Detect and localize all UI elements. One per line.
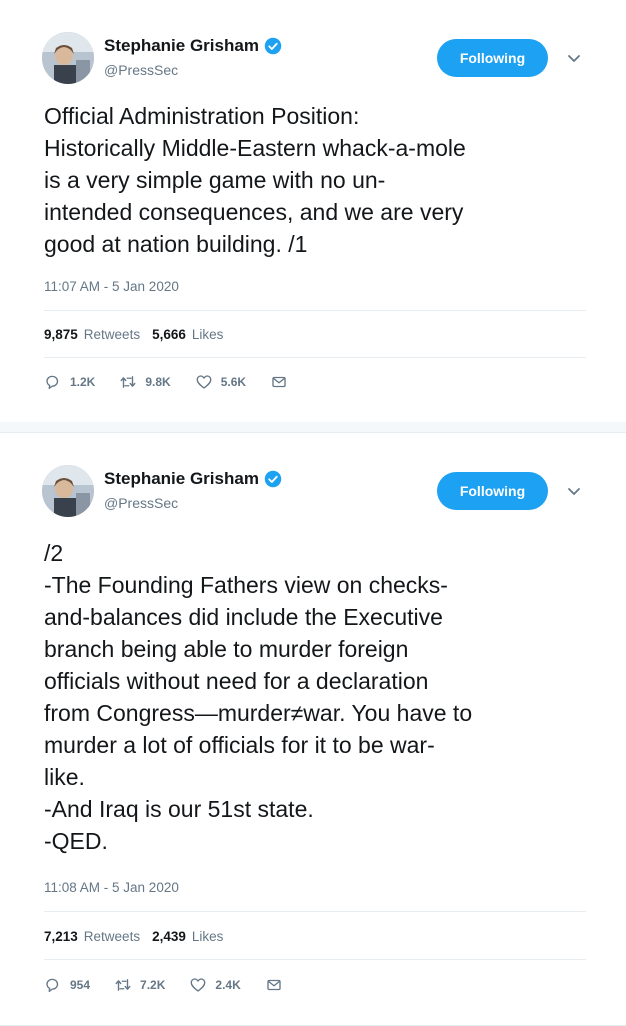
author-name[interactable]: Stephanie Grisham	[104, 469, 259, 489]
divider	[44, 310, 586, 311]
divider	[44, 357, 586, 358]
divider	[44, 911, 586, 912]
chevron-down-icon[interactable]	[566, 483, 582, 499]
tweet-timestamp[interactable]: 11:08 AM - 5 Jan 2020	[44, 880, 179, 895]
reply-count: 1.2K	[70, 375, 96, 389]
author-handle[interactable]: @PressSec	[104, 495, 178, 511]
retweets-label[interactable]: Retweets	[84, 327, 140, 342]
following-button[interactable]: Following	[437, 39, 548, 77]
likes-label[interactable]: Likes	[192, 327, 224, 342]
likes-label[interactable]: Likes	[192, 929, 224, 944]
likes-count[interactable]: 2,439	[152, 929, 186, 944]
retweets-count[interactable]: 7,213	[44, 929, 78, 944]
retweet-button[interactable]: 7.2K	[114, 976, 165, 994]
retweet-button[interactable]: 9.8K	[119, 373, 171, 391]
like-icon	[196, 375, 212, 389]
author-name-row: Stephanie Grisham	[104, 36, 282, 56]
retweet-icon	[120, 376, 136, 388]
tweet-text: Official Administration Position: Histor…	[44, 103, 466, 257]
tweet-text: /2 -The Founding Fathers view on checks-…	[44, 540, 473, 854]
action-bar: 1.2K 9.8K 5.6K	[44, 373, 320, 391]
like-button[interactable]: 2.4K	[189, 976, 241, 994]
reply-icon	[46, 978, 59, 993]
engagement-stats: 7,213 Retweets 2,439 Likes	[44, 929, 229, 944]
retweet-action-count: 7.2K	[140, 978, 166, 992]
retweet-icon	[115, 979, 131, 991]
author-name[interactable]: Stephanie Grisham	[104, 36, 259, 56]
message-icon	[272, 376, 286, 388]
message-icon	[267, 979, 281, 991]
likes-count[interactable]: 5,666	[152, 327, 186, 342]
retweets-count[interactable]: 9,875	[44, 327, 78, 342]
avatar[interactable]	[42, 32, 94, 84]
action-bar: 954 7.2K 2.4K	[44, 976, 315, 994]
like-action-count: 2.4K	[215, 978, 241, 992]
reply-button[interactable]: 1.2K	[44, 373, 95, 391]
divider	[44, 959, 586, 960]
following-button[interactable]: Following	[437, 472, 548, 510]
retweet-action-count: 9.8K	[145, 375, 171, 389]
tweet-timestamp[interactable]: 11:07 AM - 5 Jan 2020	[44, 279, 179, 294]
like-button[interactable]: 5.6K	[195, 373, 246, 391]
verified-badge-icon	[264, 470, 282, 488]
tweet-card-2: Stephanie Grisham @PressSec Following /2…	[0, 432, 626, 1026]
tweet-separator	[0, 422, 626, 432]
author-name-row: Stephanie Grisham	[104, 469, 282, 489]
direct-message-button[interactable]	[270, 373, 296, 391]
direct-message-button[interactable]	[265, 976, 291, 994]
like-icon	[190, 978, 206, 992]
reply-count: 954	[70, 978, 91, 992]
like-action-count: 5.6K	[220, 375, 247, 389]
tweet-card-1: Stephanie Grisham @PressSec Following Of…	[0, 0, 626, 423]
verified-badge-icon	[264, 37, 282, 55]
engagement-stats: 9,875 Retweets 5,666 Likes	[44, 327, 229, 342]
author-handle[interactable]: @PressSec	[104, 62, 178, 78]
reply-icon	[46, 375, 59, 390]
avatar[interactable]	[42, 465, 94, 517]
retweets-label[interactable]: Retweets	[84, 929, 140, 944]
reply-button[interactable]: 954	[44, 976, 90, 994]
chevron-down-icon[interactable]	[566, 50, 582, 66]
